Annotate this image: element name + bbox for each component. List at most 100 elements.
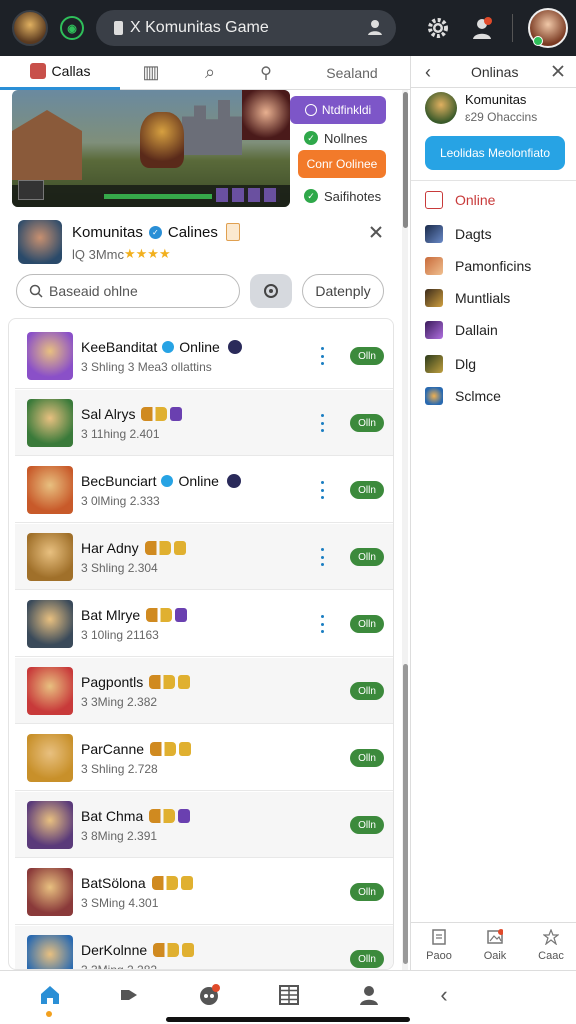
game-name: Pagpontls xyxy=(81,673,144,690)
game-thumbnail xyxy=(27,733,73,782)
game-thumbnail xyxy=(27,331,73,380)
more-options-icon[interactable] xyxy=(321,414,325,432)
grid-icon[interactable] xyxy=(277,983,301,1007)
game-thumbnail xyxy=(27,465,73,514)
hero-banner[interactable] xyxy=(12,90,290,207)
community-badge: Calines xyxy=(167,223,218,241)
game-name-row: DerKolnne xyxy=(81,941,195,959)
panel-profile-meta: ɛ29 Ohaccins xyxy=(465,110,538,124)
panel-nav-pamonficins[interactable]: Pamonficins xyxy=(425,254,531,278)
search-bar[interactable]: X Komunitas Game xyxy=(96,10,396,46)
online-icon xyxy=(425,191,443,209)
online-status-pill[interactable]: Olln xyxy=(350,950,384,968)
badge-icon xyxy=(173,540,186,555)
scrollbar-thumb-lower[interactable] xyxy=(403,664,408,964)
scrollbar-thumb[interactable] xyxy=(403,92,408,228)
more-options-icon[interactable] xyxy=(321,347,325,365)
active-indicator xyxy=(46,1011,52,1017)
online-status-pill[interactable]: Olln xyxy=(350,414,384,432)
badge-icon xyxy=(178,674,191,689)
badge-icon xyxy=(226,473,241,488)
satisfied-item[interactable]: ✓ Saifihotes xyxy=(304,184,400,208)
game-name: ParCanne xyxy=(81,740,145,757)
community-avatar[interactable] xyxy=(12,10,48,46)
game-name-row: Har Adny xyxy=(81,539,186,557)
back-nav-icon[interactable]: ‹ xyxy=(432,982,456,1007)
game-row[interactable]: DerKolnne 3 3Ming 2.282 Olln xyxy=(15,926,393,970)
online-status-pill[interactable]: Olln xyxy=(350,682,384,700)
badge-icon xyxy=(175,607,188,622)
gear-icon[interactable] xyxy=(426,16,450,40)
game-row[interactable]: BatSölona 3 SMing 4.301 Olln xyxy=(15,859,393,925)
online-status-item[interactable]: ✓ Nollnes xyxy=(304,126,394,150)
panel-nav-dallain[interactable]: Dallain xyxy=(425,318,498,342)
game-row[interactable]: KeeBanditat Online 3 Shling 3 Mea3 ollatti… xyxy=(15,323,393,389)
online-status-pill[interactable]: Olln xyxy=(350,816,384,834)
game-row[interactable]: Har Adny 3 Shling 2.304 Olln xyxy=(15,524,393,590)
game-row[interactable]: Bat Chma 3 8Ming 2.391 Olln xyxy=(15,792,393,858)
game-row[interactable]: ParCanne 3 Shling 2.728 Olln xyxy=(15,725,393,791)
online-status-pill[interactable]: Olln xyxy=(350,347,384,365)
community-search-input[interactable]: Baseaid ohlne xyxy=(16,274,240,308)
game-name-row: BecBunciart Online xyxy=(81,472,241,490)
tab-callas[interactable]: Callas xyxy=(0,56,120,90)
game-row[interactable]: Pagpontls 3 3Ming 2.382 Olln xyxy=(15,658,393,724)
community-meta: lQ 3Mmc ★★★★ xyxy=(72,246,171,262)
game-row[interactable]: Sal Alrys 3 11hing 2.401 Olln xyxy=(15,390,393,456)
top-bar: ◉ X Komunitas Game xyxy=(0,0,576,56)
play-icon[interactable] xyxy=(117,983,141,1007)
game-row[interactable]: Bat Mlrye 3 10ling 21163 Olln xyxy=(15,591,393,657)
panel-nav-muntlials[interactable]: Muntlials xyxy=(425,286,510,310)
tab-search[interactable]: ⌕ xyxy=(182,56,238,90)
user-icon[interactable] xyxy=(366,18,384,36)
refresh-button[interactable] xyxy=(250,274,292,308)
panel-nav-online[interactable]: Online xyxy=(425,188,495,212)
panel-nav-dagts[interactable]: Dagts xyxy=(425,222,492,246)
controller-icon[interactable] xyxy=(197,983,221,1007)
display-filter-button[interactable]: Datenply xyxy=(302,274,384,308)
online-status-pill[interactable]: Olln xyxy=(350,749,384,767)
game-name-row: Bat Mlrye xyxy=(81,606,188,624)
tab-callas-icon xyxy=(29,63,46,79)
hero-portrait xyxy=(242,90,290,140)
players-icon xyxy=(151,875,178,890)
panel-cta-button[interactable]: Leolidas Meolonfiato xyxy=(425,136,565,170)
connect-online-button[interactable]: Conr Oolinee xyxy=(298,150,386,178)
profile-icon[interactable] xyxy=(357,983,381,1007)
panel-bottom-oaik[interactable]: Oaik xyxy=(475,929,515,962)
game-meta: 3 3Ming 2.282 xyxy=(81,962,158,970)
close-icon[interactable] xyxy=(368,224,384,240)
panel-nav-dlg[interactable]: Dlg xyxy=(425,352,476,376)
panel-bottom-caac[interactable]: Caac xyxy=(531,928,571,962)
game-row[interactable]: BecBunciart Online 3 0lMing 2.333 Olln xyxy=(15,457,393,523)
document-icon xyxy=(432,929,446,945)
game-text: Pagpontls 3 3Ming 2.382 xyxy=(81,673,191,709)
online-status-pill[interactable]: Olln xyxy=(350,548,384,566)
online-status-pill[interactable]: Olln xyxy=(350,883,384,901)
chat-icon[interactable]: ◉ xyxy=(60,16,84,40)
online-status-pill[interactable]: Olln xyxy=(350,481,384,499)
tab-pin[interactable]: ⚲ xyxy=(238,56,294,90)
more-options-icon[interactable] xyxy=(321,615,325,633)
more-options-icon[interactable] xyxy=(321,548,325,566)
panel-bottom-paoo[interactable]: Paoo xyxy=(419,929,459,962)
notification-user-icon[interactable] xyxy=(470,16,494,40)
notification-button[interactable]: Ntdfinkldi xyxy=(290,96,386,124)
game-name-row: KeeBanditat Online xyxy=(81,338,242,356)
hero-character xyxy=(140,112,184,168)
tab-grid[interactable]: ▥ xyxy=(120,56,182,90)
badge-icon xyxy=(178,808,191,823)
tab-sealand[interactable]: Sealand xyxy=(294,56,410,90)
online-status-pill[interactable]: Olln xyxy=(350,615,384,633)
game-name-row: Bat Chma xyxy=(81,807,191,825)
game-text: Bat Chma 3 8Ming 2.391 xyxy=(81,807,191,843)
check-icon: ✓ xyxy=(304,131,318,145)
game-meta: 3 Shling 2.728 xyxy=(81,761,158,776)
home-icon[interactable] xyxy=(38,983,62,1007)
close-panel-icon[interactable] xyxy=(551,64,565,78)
game-thumbnail xyxy=(27,934,73,969)
panel-nav-sclmce[interactable]: Sclmce xyxy=(425,384,501,408)
back-icon[interactable]: ‹ xyxy=(425,62,431,83)
badge-icon xyxy=(227,339,242,354)
more-options-icon[interactable] xyxy=(321,481,325,499)
